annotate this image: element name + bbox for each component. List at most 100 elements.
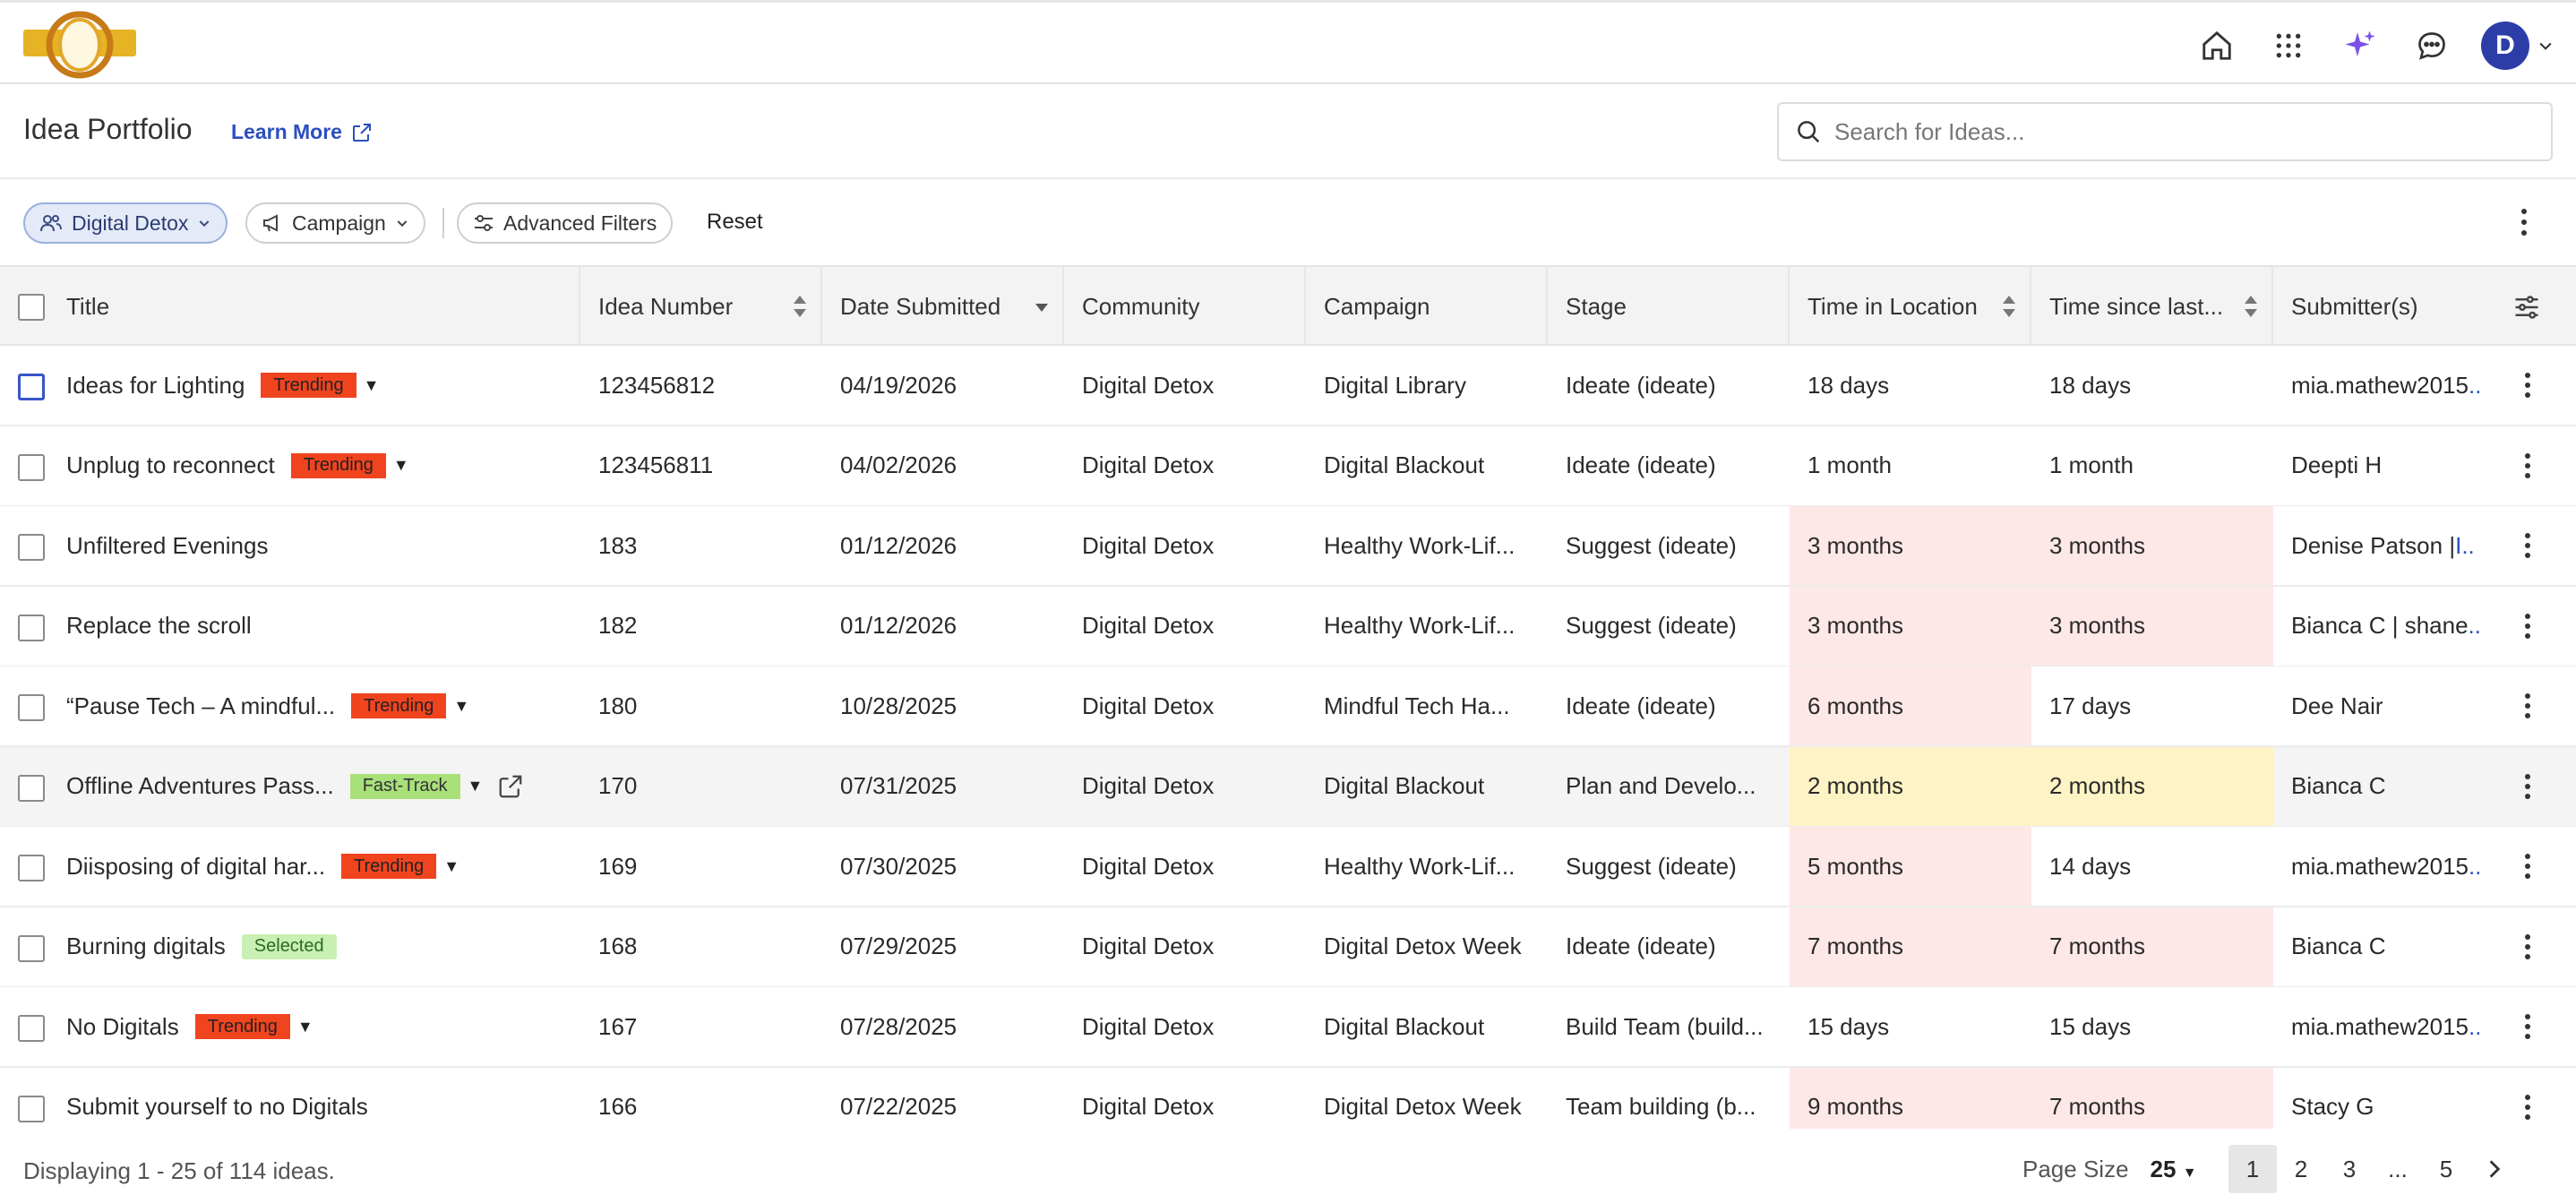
row-actions-icon[interactable] [2517,850,2538,887]
next-page-icon[interactable] [2470,1145,2519,1193]
row-checkbox[interactable] [18,1015,45,1042]
column-title[interactable]: Title [48,267,580,346]
column-community[interactable]: Community [1064,267,1306,346]
row-actions-icon[interactable] [2517,770,2538,807]
column-campaign[interactable]: Campaign [1306,267,1548,346]
submitter-more-link[interactable]: .. [2469,1013,2479,1041]
row-actions-icon[interactable] [2517,1010,2538,1047]
row-checkbox[interactable] [18,1095,45,1122]
idea-title[interactable]: Submit yourself to no Digitals [66,1093,368,1121]
status-badge[interactable]: Trending [351,693,447,718]
table-row[interactable]: Submit yourself to no Digitals 166 07/22/2… [0,1067,2576,1130]
idea-title[interactable]: “Pause Tech – A mindful... [66,692,335,720]
page-1-button[interactable]: 1 [2228,1145,2277,1193]
row-actions-icon[interactable] [2517,369,2538,406]
company-logo[interactable] [21,10,138,80]
row-checkbox[interactable] [18,534,45,561]
submitter-more-link[interactable]: .. [2469,853,2479,881]
idea-title[interactable]: No Digitals [66,1013,179,1041]
table-row[interactable]: Diisposing of digital har... Trending ▼ 169… [0,827,2576,907]
search-box[interactable] [1777,102,2553,161]
page-size-select[interactable]: 25 ▼ [2151,1156,2197,1183]
status-badge[interactable]: Selected [241,933,337,959]
row-checkbox[interactable] [18,694,45,721]
table-row[interactable]: No Digitals Trending ▼ 167 07/28/2025 Digital… [0,987,2576,1068]
apps-grid-icon[interactable] [2266,23,2311,68]
row-checkbox[interactable] [18,374,45,400]
sort-descending-icon[interactable] [1034,294,1050,319]
idea-title[interactable]: Replace the scroll [66,612,252,640]
home-icon[interactable] [2194,23,2239,68]
reset-button[interactable]: Reset [707,210,763,235]
idea-title-cell[interactable]: Ideas for Lighting Trending ▼ [48,346,580,425]
idea-title-cell[interactable]: Replace the scroll [48,587,580,666]
badge-dropdown-icon[interactable]: ▼ [453,697,469,716]
page-5-button[interactable]: 5 [2422,1145,2470,1193]
status-badge[interactable]: Trending [341,854,437,879]
status-badge[interactable]: Trending [261,373,356,398]
row-actions-icon[interactable] [2517,529,2538,566]
open-in-new-icon[interactable] [497,773,524,800]
status-badge[interactable]: Trending [194,1014,290,1039]
badge-dropdown-icon[interactable]: ▼ [297,1018,313,1036]
idea-title-cell[interactable]: Submit yourself to no Digitals [48,1068,580,1130]
row-checkbox[interactable] [18,774,45,802]
idea-title[interactable]: Unfiltered Evenings [66,532,268,560]
badge-dropdown-icon[interactable]: ▼ [393,456,409,475]
sparkle-ai-icon[interactable] [2338,23,2383,68]
status-badge[interactable]: Trending [290,452,386,478]
table-row[interactable]: Offline Adventures Pass... Fast-Track ▼ 170… [0,746,2576,828]
idea-title[interactable]: Diisposing of digital har... [66,853,325,881]
row-checkbox[interactable] [18,453,45,481]
badge-dropdown-icon[interactable]: ▼ [468,777,484,795]
table-row[interactable]: Unplug to reconnect Trending ▼ 123456811 04/… [0,426,2576,507]
idea-title-cell[interactable]: Diisposing of digital har... Trending ▼ [48,827,580,906]
row-checkbox[interactable] [18,934,45,962]
status-badge[interactable]: Fast-Track [349,773,460,799]
idea-title-cell[interactable]: No Digitals Trending ▼ [48,987,580,1066]
campaign-filter[interactable]: Campaign [245,202,425,244]
learn-more-link[interactable]: Learn More [231,120,373,144]
more-options-icon[interactable] [2513,204,2535,245]
table-row[interactable]: Unfiltered Evenings 183 01/12/2026 Digital … [0,506,2576,587]
badge-dropdown-icon[interactable]: ▼ [443,857,459,876]
idea-title-cell[interactable]: Unfiltered Evenings [48,506,580,585]
page-2-button[interactable]: 2 [2277,1145,2325,1193]
avatar[interactable]: D [2481,21,2529,70]
table-row[interactable]: Burning digitals Selected 168 07/29/2025 Dig… [0,907,2576,988]
idea-title[interactable]: Offline Adventures Pass... [66,772,334,800]
column-time-since-last[interactable]: Time since last... [2031,267,2273,346]
idea-title[interactable]: Unplug to reconnect [66,451,275,479]
row-actions-icon[interactable] [2517,1091,2538,1128]
sort-icon[interactable] [2243,294,2259,319]
idea-title-cell[interactable]: “Pause Tech – A mindful... Trending ▼ [48,666,580,745]
column-time-in-location[interactable]: Time in Location [1790,267,2031,346]
row-actions-icon[interactable] [2517,610,2538,647]
page-3-button[interactable]: 3 [2325,1145,2374,1193]
search-input[interactable] [1834,117,2533,146]
row-actions-icon[interactable] [2517,450,2538,486]
badge-dropdown-icon[interactable]: ▼ [364,376,380,395]
submitter-more-link[interactable]: .. [2469,372,2479,400]
idea-title[interactable]: Ideas for Lighting [66,372,245,400]
row-actions-icon[interactable] [2517,931,2538,967]
sort-icon[interactable] [792,294,808,319]
column-idea-number[interactable]: Idea Number [580,267,822,346]
row-checkbox[interactable] [18,614,45,641]
column-date-submitted[interactable]: Date Submitted [822,267,1064,346]
community-filter[interactable]: Digital Detox [23,202,228,244]
user-menu[interactable]: D [2481,21,2555,70]
select-all-checkbox[interactable] [18,294,45,321]
chat-icon[interactable] [2409,23,2454,68]
idea-title-cell[interactable]: Unplug to reconnect Trending ▼ [48,426,580,505]
row-actions-icon[interactable] [2517,690,2538,726]
table-row[interactable]: Replace the scroll 182 01/12/2026 Digital D… [0,586,2576,667]
column-stage[interactable]: Stage [1548,267,1790,346]
row-checkbox[interactable] [18,855,45,881]
idea-title[interactable]: Burning digitals [66,933,226,960]
submitter-more-link[interactable]: .. [2469,612,2479,640]
idea-title-cell[interactable]: Offline Adventures Pass... Fast-Track ▼ [48,747,580,826]
idea-title-cell[interactable]: Burning digitals Selected [48,907,580,986]
table-row[interactable]: “Pause Tech – A mindful... Trending ▼ 180 10… [0,666,2576,747]
column-submitters[interactable]: Submitter(s) [2273,267,2515,346]
